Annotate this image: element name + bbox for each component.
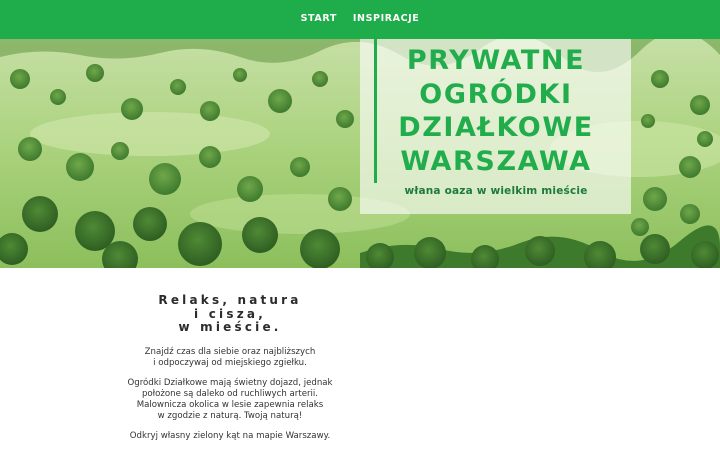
nav-link-inspiracje[interactable]: INSPIRACJE bbox=[353, 13, 420, 24]
paragraph-line: Odkryj własny zielony kąt na mapie Warsz… bbox=[129, 430, 331, 441]
headline-line: i cisza, bbox=[194, 306, 266, 321]
hero-title: PRYWATNE OGRÓDKI DZIAŁKOWE WARSZAWA bbox=[392, 44, 600, 178]
intro-paragraph: Odkryj własny zielony kąt na mapie Warsz… bbox=[110, 431, 350, 442]
top-navigation-bar: START INSPIRACJE bbox=[0, 0, 720, 39]
paragraph-line: położone są daleko od ruchliwych arterii… bbox=[141, 388, 319, 399]
headline-line: Relaks, natura bbox=[158, 293, 302, 307]
intro-paragraph: Ogródki Działkowe mają świetny dojazd, j… bbox=[110, 378, 350, 422]
nav-link-start[interactable]: START bbox=[301, 13, 337, 24]
hero-title-line: WARSZAWA bbox=[400, 145, 592, 177]
paragraph-line: Ogródki Działkowe mają świetny dojazd, j… bbox=[127, 377, 333, 388]
hero-subtitle: włana oaza w wielkim mieście bbox=[404, 185, 588, 197]
paragraph-line: Malownicza okolica w lesie zapewnia rela… bbox=[136, 399, 324, 410]
hero-title-line: DZIAŁKOWE bbox=[398, 112, 594, 143]
hero-accent-bar bbox=[374, 39, 377, 183]
paragraph-line: Znajdź czas dla siebie oraz najbliższych bbox=[144, 346, 316, 357]
paragraph-line: i odpoczywaj od miejskiego zgiełku. bbox=[153, 357, 307, 368]
intro-paragraph: Znajdź czas dla siebie oraz najbliższych… bbox=[110, 347, 350, 369]
hero-title-line: PRYWATNE bbox=[406, 45, 586, 76]
headline-line: w mieście. bbox=[178, 320, 282, 334]
intro-headline: Relaks, natura i cisza, w mieście. bbox=[110, 293, 350, 335]
intro-section: Relaks, natura i cisza, w mieście. Znajd… bbox=[110, 293, 350, 442]
hero-title-line: OGRÓDKI bbox=[419, 78, 573, 110]
paragraph-line: w zgodzie z naturą. Twoją naturą! bbox=[157, 410, 303, 421]
